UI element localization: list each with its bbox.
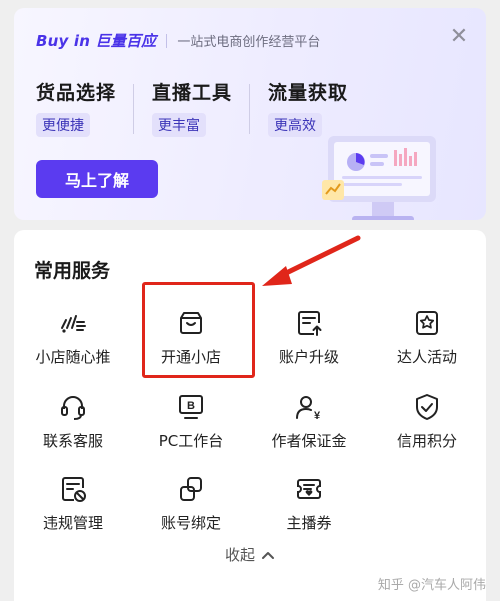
service-host-coupon[interactable]: 主播券 xyxy=(250,474,368,533)
collapse-button[interactable]: 收起 xyxy=(14,544,486,565)
feature-title: 流量获取 xyxy=(268,82,349,104)
chevron-up-icon xyxy=(262,551,274,559)
feature-tag: 更便捷 xyxy=(36,113,90,137)
service-label: 信用积分 xyxy=(396,432,457,450)
feature-item: 流量获取 更高效 xyxy=(268,78,366,137)
service-account-binding[interactable]: 账号绑定 xyxy=(132,474,250,533)
service-open-store[interactable]: 开通小店 xyxy=(132,308,250,367)
svg-text:¥: ¥ xyxy=(314,410,321,422)
brand-slogan: 一站式电商创作经营平台 xyxy=(177,35,321,50)
learn-more-button[interactable]: 马上了解 xyxy=(36,160,158,198)
violation-icon xyxy=(62,477,86,502)
feature-title: 直播工具 xyxy=(152,82,233,104)
service-label: 作者保证金 xyxy=(271,432,347,450)
service-credit-points[interactable]: 信用积分 xyxy=(368,392,486,451)
service-pc-workbench[interactable]: B PC工作台 xyxy=(132,392,250,451)
feature-item: 货品选择 更便捷 xyxy=(36,78,135,137)
shield-check-icon xyxy=(416,394,438,420)
pc-workbench-icon: B xyxy=(179,395,203,419)
computer-illustration-icon xyxy=(322,136,436,220)
service-label: 达人活动 xyxy=(396,348,457,366)
feature-title: 货品选择 xyxy=(36,82,117,104)
close-icon[interactable]: ✕ xyxy=(448,26,470,48)
activity-icon xyxy=(416,311,438,335)
section-title: 常用服务 xyxy=(34,260,111,282)
promo-banner: Buy in 巨量百应 一站式电商创作经营平台 ✕ 货品选择 更便捷 直播工具 … xyxy=(14,8,486,220)
feature-item: 直播工具 更丰富 xyxy=(152,78,251,137)
upgrade-icon xyxy=(298,311,322,336)
service-creator-activity[interactable]: 达人活动 xyxy=(368,308,486,367)
brand-row: Buy in 巨量百应 一站式电商创作经营平台 xyxy=(36,30,320,51)
service-store-boost[interactable]: 小店随心推 xyxy=(14,308,132,367)
service-violation-management[interactable]: 违规管理 xyxy=(14,474,132,533)
brand-logo: Buy in 巨量百应 xyxy=(36,32,157,50)
shop-icon xyxy=(180,312,202,334)
service-label: 联系客服 xyxy=(42,432,103,450)
brand-divider xyxy=(166,33,168,48)
service-label: 账号绑定 xyxy=(160,514,221,532)
collapse-label: 收起 xyxy=(224,546,255,564)
service-contact-support[interactable]: 联系客服 xyxy=(14,392,132,451)
service-label: 违规管理 xyxy=(42,514,103,532)
deposit-icon: ¥ xyxy=(296,396,321,422)
feature-list: 货品选择 更便捷 直播工具 更丰富 流量获取 更高效 xyxy=(36,78,384,137)
service-label: 账户升级 xyxy=(278,348,339,366)
link-icon xyxy=(180,477,202,501)
service-label: PC工作台 xyxy=(158,432,224,450)
service-label: 开通小店 xyxy=(160,348,221,366)
svg-text:B: B xyxy=(187,400,195,412)
headset-icon xyxy=(61,396,85,420)
service-account-upgrade[interactable]: 账户升级 xyxy=(250,308,368,367)
service-author-deposit[interactable]: ¥ 作者保证金 xyxy=(250,392,368,451)
boost-icon xyxy=(61,315,86,333)
service-label: 主播券 xyxy=(286,514,332,532)
services-panel: 常用服务 小店随心推 开通小店 账户升级 达人活动 联系客服 B PC工作台 ¥… xyxy=(14,230,486,601)
feature-tag: 更高效 xyxy=(268,113,323,137)
service-label: 小店随心推 xyxy=(35,348,111,366)
watermark: 知乎 @汽车人阿伟 xyxy=(377,578,486,593)
feature-tag: 更丰富 xyxy=(152,113,207,137)
coupon-icon xyxy=(297,479,321,499)
